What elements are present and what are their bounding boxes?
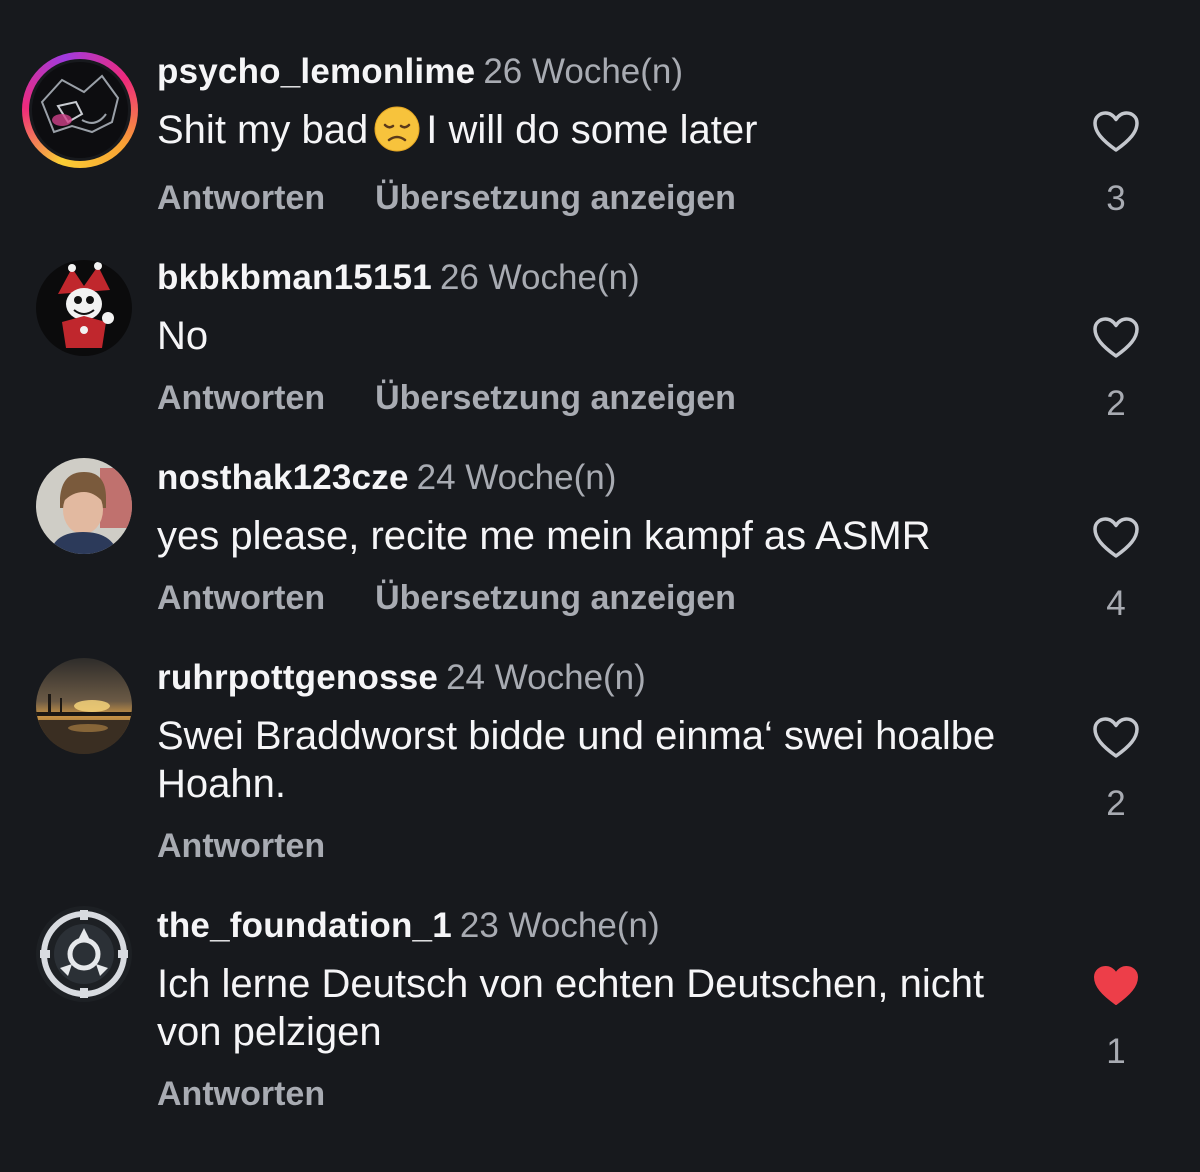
comment-actions: Antworten (157, 826, 325, 866)
comments-list: psycho_lemonlime 26 Woche(n) Shit my bad … (0, 0, 1200, 1172)
username[interactable]: the_foundation_1 (157, 906, 452, 945)
like-count: 1 (1106, 1032, 1126, 1071)
comment-header: nosthak123cze 24 Woche(n) (157, 458, 616, 498)
comment-header: the_foundation_1 23 Woche(n) (157, 906, 660, 946)
heart-outline-icon[interactable] (1092, 516, 1140, 560)
translate-button[interactable]: Übersetzung anzeigen (375, 579, 736, 617)
reply-button[interactable]: Antworten (157, 179, 325, 217)
comment-text: Swei Braddworst bidde und einma‘ swei ho… (157, 714, 996, 806)
like-count: 2 (1106, 384, 1126, 423)
avatar[interactable] (36, 458, 132, 554)
avatar-image (32, 62, 128, 158)
heart-outline-icon[interactable] (1092, 316, 1140, 360)
like-count: 4 (1106, 584, 1126, 623)
username[interactable]: ruhrpottgenosse (157, 658, 438, 697)
comment-text: No (157, 314, 209, 358)
avatar-image (36, 906, 132, 1002)
avatar[interactable] (36, 658, 132, 754)
comment-header: ruhrpottgenosse 24 Woche(n) (157, 658, 646, 698)
reply-button[interactable]: Antworten (157, 379, 325, 417)
timestamp: 24 Woche(n) (416, 458, 617, 497)
comment-text: Ich lerne Deutsch von echten Deutschen, … (157, 962, 985, 1054)
reply-button[interactable]: Antworten (157, 1075, 325, 1113)
avatar[interactable] (36, 906, 132, 1002)
comment-actions: Antworten (157, 1074, 325, 1114)
comment-text: yes please, recite me mein kampf as ASMR (157, 514, 931, 558)
like-count: 3 (1106, 179, 1126, 218)
username[interactable]: psycho_lemonlime (157, 52, 475, 91)
reply-button[interactable]: Antworten (157, 579, 325, 617)
username[interactable]: nosthak123cze (157, 458, 409, 497)
reply-button[interactable]: Antworten (157, 827, 325, 865)
timestamp: 24 Woche(n) (446, 658, 646, 697)
comment-header: bkbkbman15151 26 Woche(n) (157, 258, 640, 298)
timestamp: 23 Woche(n) (459, 906, 660, 945)
comment-text: Shit my bad I will do some later (157, 106, 1037, 154)
timestamp: 26 Woche(n) (439, 258, 640, 297)
comment-actions: Antworten Übersetzung anzeigen (157, 378, 736, 418)
disappointed-face-emoji (374, 106, 420, 152)
translate-button[interactable]: Übersetzung anzeigen (375, 179, 736, 217)
comment-text-end: I will do some later (426, 108, 758, 152)
timestamp: 26 Woche(n) (483, 52, 684, 91)
avatar-image (36, 458, 132, 554)
comment-actions: Antworten Übersetzung anzeigen (157, 178, 736, 218)
avatar[interactable] (22, 52, 138, 168)
heart-outline-icon[interactable] (1092, 716, 1140, 760)
comment-actions: Antworten Übersetzung anzeigen (157, 578, 736, 618)
translate-button[interactable]: Übersetzung anzeigen (375, 379, 736, 417)
avatar-image (36, 658, 132, 754)
username[interactable]: bkbkbman15151 (157, 258, 432, 297)
heart-filled-icon[interactable] (1092, 964, 1140, 1008)
avatar-image (36, 260, 132, 356)
avatar[interactable] (36, 260, 132, 356)
comment-header: psycho_lemonlime 26 Woche(n) (157, 52, 683, 92)
heart-outline-icon[interactable] (1092, 110, 1140, 154)
like-count: 2 (1106, 784, 1126, 823)
comment-text-start: Shit my bad (157, 108, 369, 152)
